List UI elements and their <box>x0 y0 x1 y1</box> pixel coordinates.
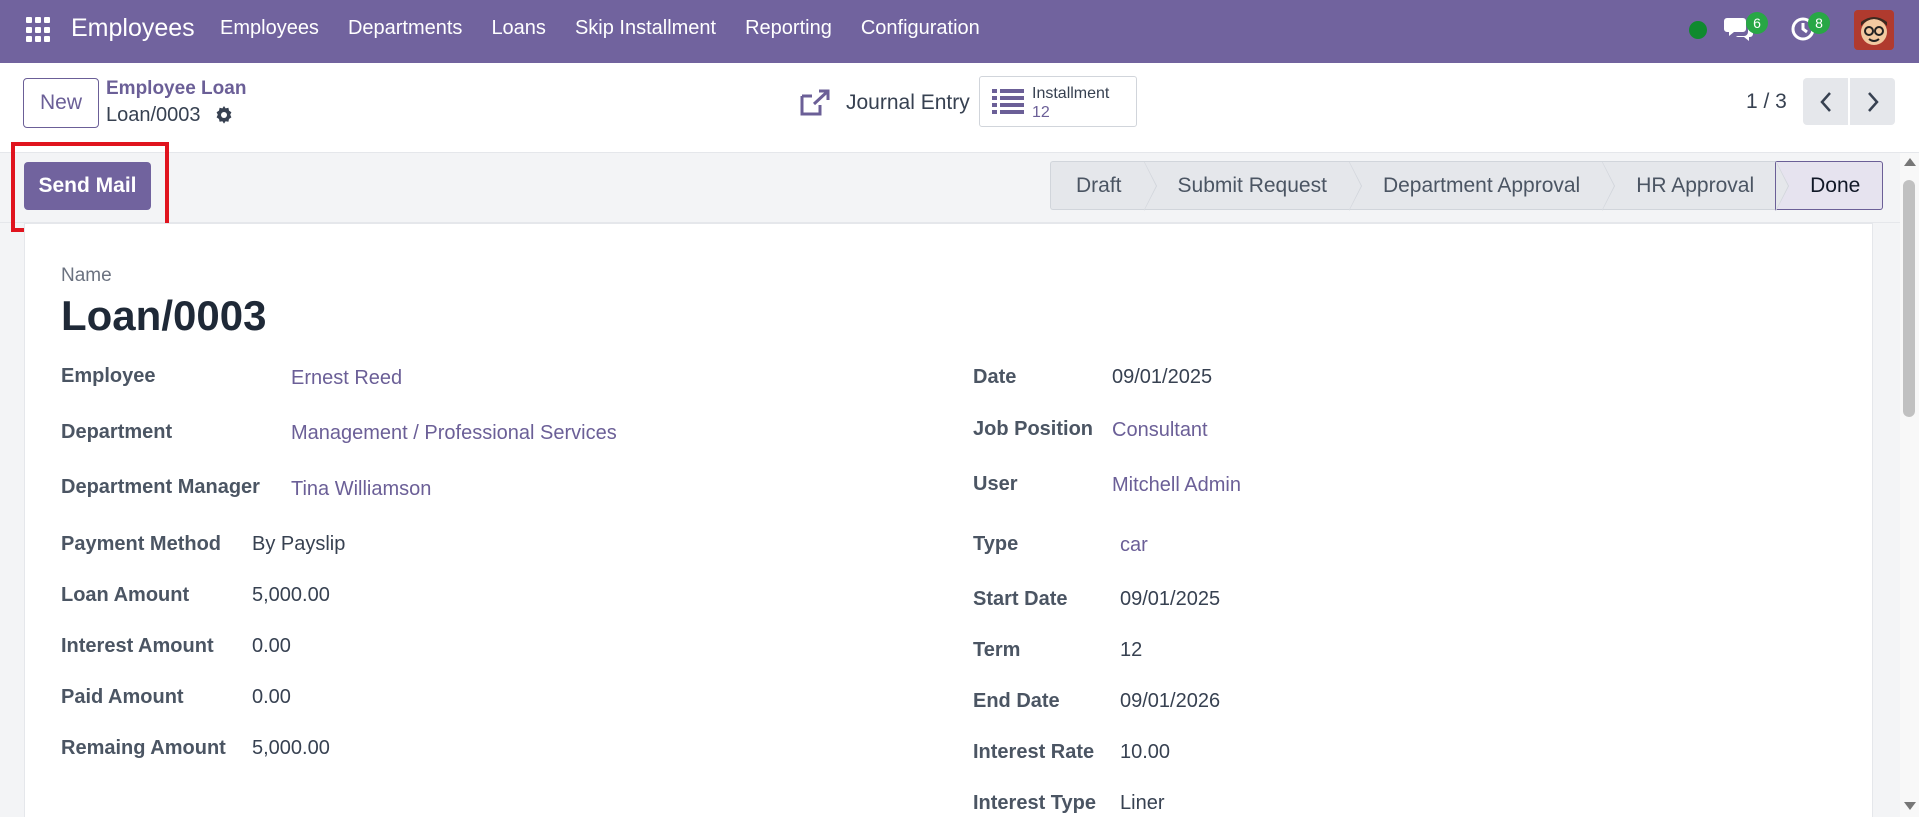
interest-type-field[interactable]: Liner <box>1120 792 1164 815</box>
user-field[interactable]: Mitchell Admin <box>1112 474 1241 497</box>
activities-badge: 8 <box>1808 12 1830 34</box>
interest-rate-label: Interest Rate <box>973 741 1095 763</box>
scroll-down-arrow-icon[interactable] <box>1904 802 1916 810</box>
apps-grid-icon[interactable] <box>26 17 52 43</box>
job-position-field[interactable]: Consultant <box>1112 419 1208 442</box>
user-avatar[interactable] <box>1854 10 1894 50</box>
installment-button[interactable]: Installment 12 <box>979 76 1137 127</box>
scroll-up-arrow-icon[interactable] <box>1904 158 1916 166</box>
payment-method-label: Payment Method <box>61 533 222 555</box>
department-manager-label: Department Manager <box>61 476 260 498</box>
pager-next-button[interactable] <box>1850 78 1895 125</box>
menu-item-reporting[interactable]: Reporting <box>745 17 832 40</box>
loan-amount-field[interactable]: 5,000.00 <box>252 584 330 607</box>
stage-pipeline: Draft Submit Request Department Approval… <box>1050 161 1884 211</box>
chevron-right-icon <box>1867 91 1879 112</box>
stage-label: Submit Request <box>1177 173 1327 197</box>
menu-item-skip-installment[interactable]: Skip Installment <box>575 17 716 40</box>
menu-item-loans[interactable]: Loans <box>491 17 546 40</box>
stage-department-approval[interactable]: Department Approval <box>1348 161 1616 211</box>
term-label: Term <box>973 639 1021 661</box>
employee-field[interactable]: Ernest Reed <box>291 367 402 390</box>
employee-label: Employee <box>61 365 156 387</box>
new-button[interactable]: New <box>23 78 99 128</box>
installment-label: Installment <box>1032 85 1110 102</box>
external-link-icon <box>800 89 830 116</box>
department-label: Department <box>61 421 173 443</box>
stage-label: Done <box>1810 173 1861 197</box>
payment-method-field[interactable]: By Payslip <box>252 533 345 556</box>
remaining-amount-field[interactable]: 5,000.00 <box>252 737 330 760</box>
messages-badge: 6 <box>1746 12 1768 34</box>
stage-label: HR Approval <box>1636 173 1755 197</box>
remaining-amount-label: Remaing Amount <box>61 737 226 759</box>
pager-value[interactable]: 1 / 3 <box>1746 90 1787 114</box>
end-date-field[interactable]: 09/01/2026 <box>1120 690 1220 713</box>
interest-type-label: Interest Type <box>973 792 1096 814</box>
stage-hr-approval[interactable]: HR Approval <box>1602 161 1790 211</box>
interest-amount-label: Interest Amount <box>61 635 214 657</box>
date-label: Date <box>973 366 1017 388</box>
highlight-annotation <box>11 142 169 232</box>
chevron-left-icon <box>1819 91 1831 112</box>
scrollbar-thumb[interactable] <box>1903 180 1915 417</box>
form-sheet <box>24 223 1873 817</box>
pager-previous-button[interactable] <box>1803 78 1848 125</box>
presence-status-icon <box>1689 21 1707 39</box>
stage-done[interactable]: Done <box>1775 161 1884 211</box>
gear-icon[interactable] <box>214 105 234 125</box>
paid-amount-label: Paid Amount <box>61 686 184 708</box>
type-field[interactable]: car <box>1120 534 1148 557</box>
stage-submit-request[interactable]: Submit Request <box>1143 161 1362 211</box>
start-date-label: Start Date <box>973 588 1068 610</box>
breadcrumb-current: Loan/0003 <box>106 104 201 126</box>
department-manager-field[interactable]: Tina Williamson <box>291 478 431 501</box>
list-icon <box>992 89 1024 114</box>
start-date-field[interactable]: 09/01/2025 <box>1120 588 1220 611</box>
job-position-label: Job Position <box>973 418 1093 440</box>
end-date-label: End Date <box>973 690 1060 712</box>
user-label: User <box>973 473 1018 495</box>
department-field[interactable]: Management / Professional Services <box>291 422 617 445</box>
term-field[interactable]: 12 <box>1120 639 1142 662</box>
type-label: Type <box>973 533 1019 555</box>
stage-draft[interactable]: Draft <box>1050 161 1157 211</box>
journal-entry-label: Journal Entry <box>846 91 970 114</box>
interest-rate-field[interactable]: 10.00 <box>1120 741 1170 764</box>
record-name[interactable]: Loan/0003 <box>61 292 266 340</box>
top-navbar: Employees Employees Departments Loans Sk… <box>0 0 1919 63</box>
paid-amount-field[interactable]: 0.00 <box>252 686 291 709</box>
loan-amount-label: Loan Amount <box>61 584 190 606</box>
stage-label: Department Approval <box>1382 173 1581 197</box>
breadcrumb-parent[interactable]: Employee Loan <box>106 78 246 100</box>
journal-entry-button[interactable]: Journal Entry <box>798 83 970 123</box>
name-field-label: Name <box>61 265 112 286</box>
interest-amount-field[interactable]: 0.00 <box>252 635 291 658</box>
app-name[interactable]: Employees <box>71 14 195 43</box>
stage-label: Draft <box>1076 173 1122 197</box>
installment-count: 12 <box>1032 104 1050 121</box>
date-field[interactable]: 09/01/2025 <box>1112 366 1212 389</box>
main-menu: Employees Departments Loans Skip Install… <box>220 17 1009 40</box>
menu-item-departments[interactable]: Departments <box>348 17 463 40</box>
menu-item-employees[interactable]: Employees <box>220 17 319 40</box>
control-panel: New Employee Loan Loan/0003 Journal Entr… <box>0 63 1919 153</box>
menu-item-configuration[interactable]: Configuration <box>861 17 980 40</box>
